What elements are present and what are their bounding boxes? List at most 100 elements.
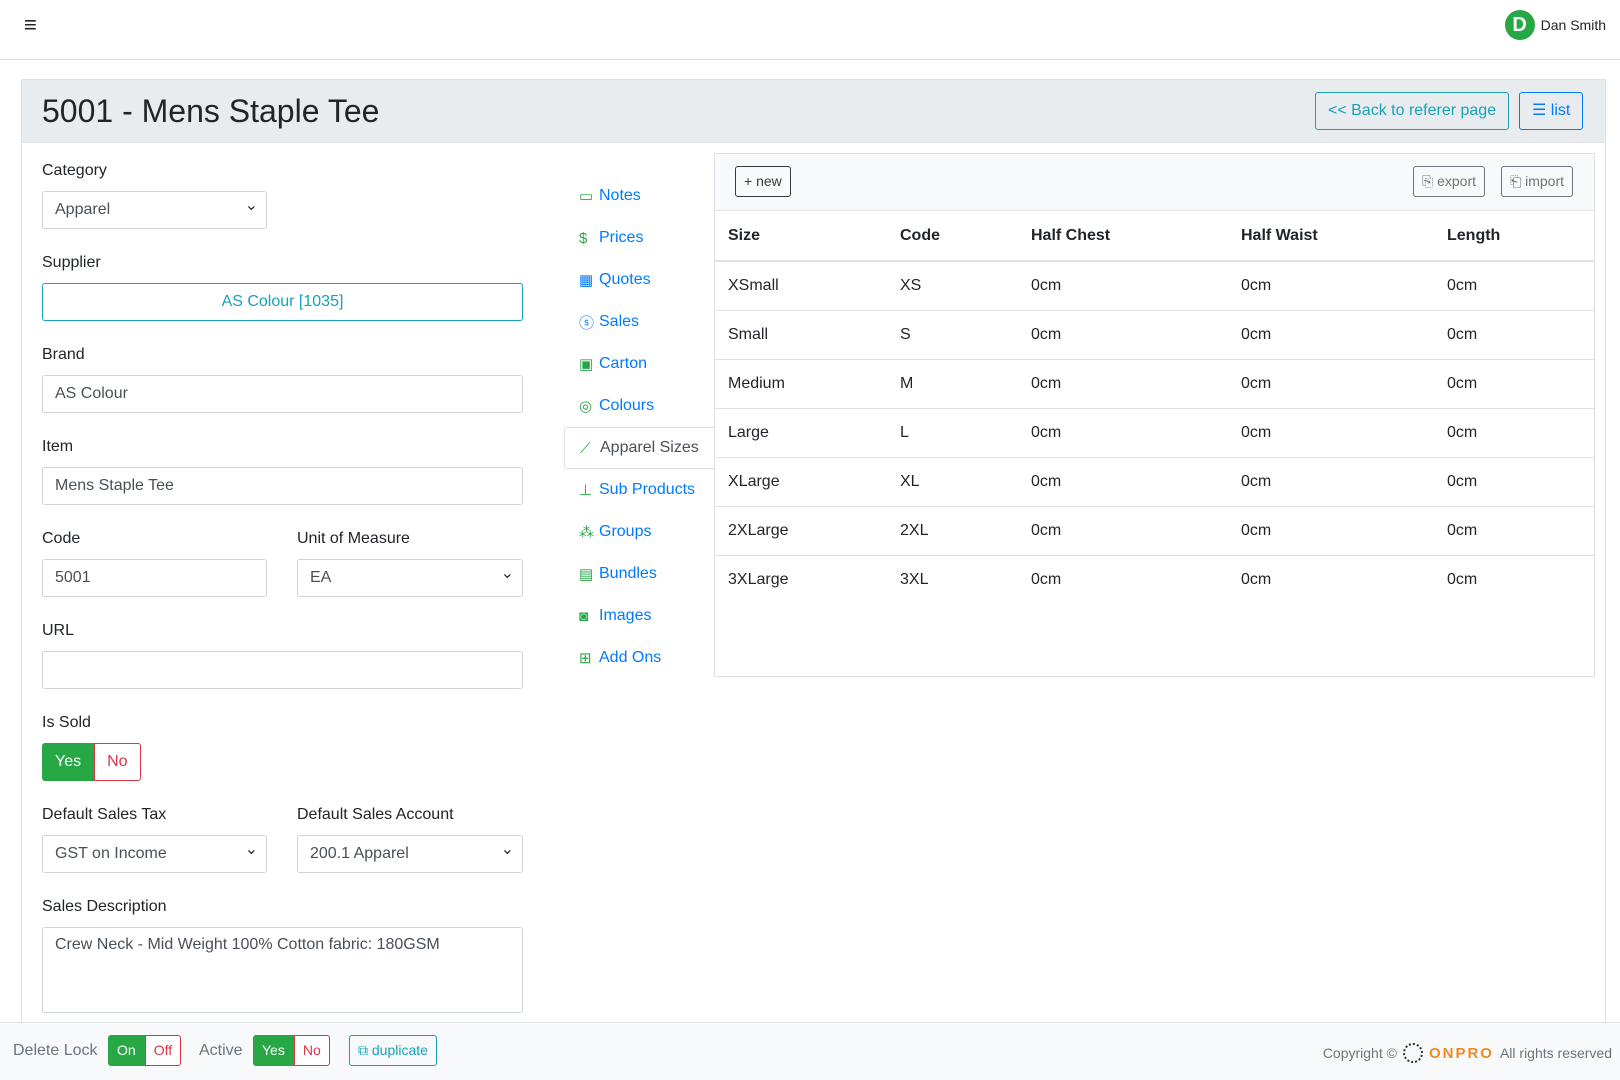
half-waist-cell: 0cm [1228,261,1434,311]
half-chest-cell: 0cm [1018,506,1228,556]
sales-account-value: 200.1 Apparel [310,845,409,862]
url-input[interactable] [42,651,523,689]
sales-account-label: Default Sales Account [297,806,454,823]
is-sold-no-button[interactable]: No [94,743,141,781]
sales-tax-select[interactable]: GST on Income [42,832,267,873]
nav-item-notes[interactable]: ▭ Notes [564,175,714,217]
product-section-nav: ▭ Notes $ Prices ▦ Quotes ⓢ Sales ▣ Carton ◎ C… [564,175,714,679]
nav-label: Notes [599,187,641,204]
delete-lock-off-button[interactable]: Off [144,1035,182,1066]
uom-select[interactable]: EA [297,556,523,597]
images-icon: ▤ [579,566,594,583]
export-label: export [1437,173,1477,189]
table-row[interactable]: XLarge XL 0cm 0cm 0cm [715,457,1594,507]
column-header[interactable]: Half Chest [1018,211,1228,262]
import-label: import [1525,173,1564,189]
code-cell: 2XL [887,506,1018,556]
avatar[interactable]: D [1504,10,1535,40]
user-menu[interactable]: D Dan Smith [1504,10,1606,40]
size-cell: 2XLarge [715,506,887,556]
nav-item-prices[interactable]: $ Prices [564,217,714,259]
table-row[interactable]: Medium M 0cm 0cm 0cm [715,359,1594,409]
size-cell: XLarge [715,457,887,507]
column-header[interactable]: Code [887,211,1018,262]
url-label: URL [42,622,75,639]
nav-item-quotes[interactable]: ▦ Quotes [564,259,714,301]
table-icon: ▦ [579,272,594,289]
active-yes-button[interactable]: Yes [253,1035,294,1066]
table-row[interactable]: Large L 0cm 0cm 0cm [715,408,1594,458]
box-icon: ▣ [579,356,594,373]
nav-label: Quotes [599,271,651,288]
hamburger-menu-icon[interactable]: ≡ [24,14,37,36]
code-input[interactable]: 5001 [42,559,267,597]
active-label: Active [199,1042,243,1059]
nav-label: Sub Products [599,481,696,498]
half-chest-cell: 0cm [1031,570,1062,588]
delete-lock-on-button[interactable]: On [108,1035,145,1066]
column-header[interactable]: Half Waist [1228,211,1434,262]
back-to-referer-button[interactable]: << Back to referer page [1315,92,1510,130]
footer-bar: Delete Lock On Off Active Yes No ⧉ dupli… [0,1022,1620,1080]
list-button-label: list [1550,102,1571,119]
category-label: Category [42,162,107,179]
duplicate-button[interactable]: ⧉ duplicate [349,1035,437,1066]
table-header-row: Size Code Half Chest Half Waist Length [715,211,1594,262]
column-header[interactable]: Size [715,211,887,262]
table-row[interactable]: 3XLarge 3XL 0cm 0cm 0cm [715,555,1594,604]
column-header[interactable]: Length [1434,211,1594,262]
top-bar: ≡ D Dan Smith [0,0,1620,60]
code-label: Code [42,530,81,547]
brand-label: Brand [42,346,85,363]
nav-item-add-ons[interactable]: ⊞ Add Ons [564,637,714,679]
nav-label: Prices [599,229,644,246]
comment-icon: ▭ [579,188,594,205]
table-row[interactable]: XSmall XS 0cm 0cm 0cm [715,261,1594,311]
new-label: new [756,173,782,189]
sales-account-select[interactable]: 200.1 Apparel [297,832,523,873]
table-row[interactable]: Small S 0cm 0cm 0cm [715,310,1594,360]
user-name[interactable]: Dan Smith [1541,17,1606,33]
nav-item-sub-products[interactable]: ⊥ Sub Products [564,469,714,511]
sales-tax-label: Default Sales Tax [42,806,167,823]
nav-item-images[interactable]: ◙ Images [564,595,714,637]
is-sold-label: Is Sold [42,714,91,731]
nav-label: Add Ons [599,649,662,666]
brand-name[interactable]: ONPRO [1429,1045,1494,1062]
sizes-table: Size Code Half Chest Half Waist Length X… [715,211,1594,604]
length-cell: 0cm [1434,457,1594,507]
sales-description-label: Sales Description [42,898,167,915]
is-sold-yes-button[interactable]: Yes [42,743,95,781]
nav-item-apparel-sizes[interactable]: ⟋ Apparel Sizes [564,427,714,469]
sitemap-icon: ⊥ [579,482,593,499]
active-no-button[interactable]: No [293,1035,330,1066]
nav-item-bundles[interactable]: ▤ Bundles [564,553,714,595]
sales-description-textarea[interactable]: Crew Neck - Mid Weight 100% Cotton fabri… [42,927,523,1013]
category-select[interactable]: Apparel [42,188,267,229]
import-button[interactable]: ⎗ import [1501,166,1573,197]
table-row[interactable]: 2XLarge 2XL 0cm 0cm 0cm [715,506,1594,556]
code-cell: M [887,359,1018,409]
export-button[interactable]: ⎘ export [1413,166,1486,197]
supplier-button[interactable]: AS Colour [1035] [42,283,523,321]
cubes-icon: ⁂ [579,524,594,541]
length-cell: 0cm [1447,570,1478,588]
page-title: 5001 - Mens Staple Tee [42,93,380,129]
list-button[interactable]: ☰ list [1519,92,1584,130]
item-input[interactable]: Mens Staple Tee [42,467,523,505]
half-waist-cell: 0cm [1228,408,1434,458]
new-size-button[interactable]: + new [735,166,791,197]
nav-item-colours[interactable]: ◎ Colours [564,385,714,427]
nav-item-groups[interactable]: ⁂ Groups [564,511,714,553]
plus-square-icon: ⊞ [579,650,592,667]
nav-label: Sales [599,313,640,330]
nav-item-carton[interactable]: ▣ Carton [564,343,714,385]
half-waist-cell: 0cm [1241,570,1272,588]
half-chest-cell: 0cm [1018,310,1228,360]
category-value: Apparel [55,201,111,218]
brand-input[interactable]: AS Colour [42,375,523,413]
is-sold-toggle: Yes No [42,743,141,781]
copyright-prefix: Copyright © [1322,1045,1397,1061]
nav-item-sales[interactable]: ⓢ Sales [564,301,714,343]
nav-label: Images [599,607,652,624]
